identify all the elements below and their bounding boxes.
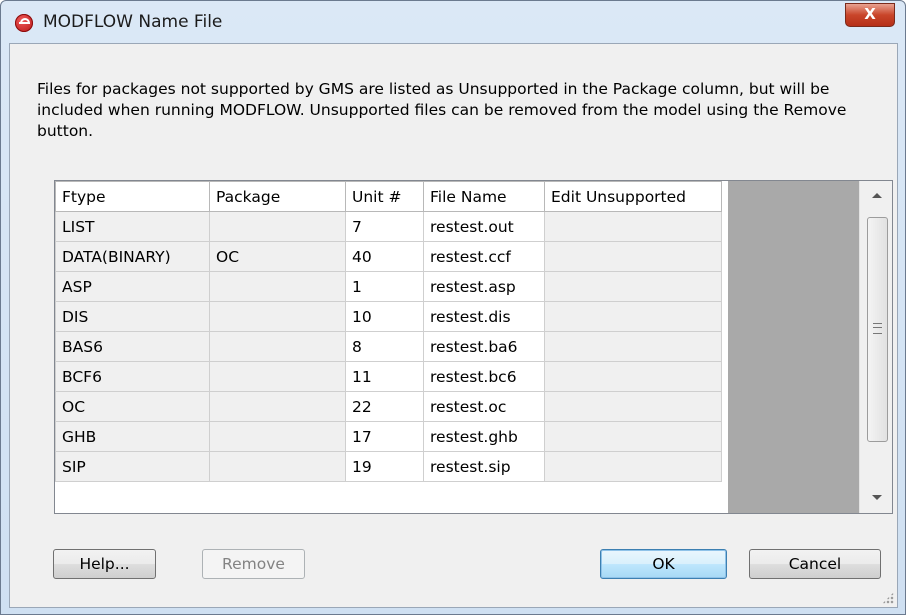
scrollbar-thumb[interactable] xyxy=(867,217,888,442)
cell-unit[interactable]: 7 xyxy=(345,211,424,242)
cell-ftype: BCF6 xyxy=(55,361,210,392)
cell-unit[interactable]: 19 xyxy=(345,451,424,482)
cell-ftype: DATA(BINARY) xyxy=(55,241,210,272)
table-row[interactable]: DATA(BINARY) OC 40 restest.ccf xyxy=(55,241,722,272)
cell-ftype: GHB xyxy=(55,421,210,452)
cell-edit-unsupported xyxy=(544,271,722,302)
grid-empty-area xyxy=(728,181,859,513)
cell-package xyxy=(209,211,346,242)
cell-ftype: LIST xyxy=(55,211,210,242)
cell-package xyxy=(209,361,346,392)
resize-grip-icon[interactable] xyxy=(882,592,894,604)
table-header-row: Ftype Package Unit # File Name Edit Unsu… xyxy=(55,181,722,212)
table-row[interactable]: GHB 17 restest.ghb xyxy=(55,421,722,452)
cell-ftype: DIS xyxy=(55,301,210,332)
name-file-grid[interactable]: Ftype Package Unit # File Name Edit Unsu… xyxy=(54,180,893,514)
cell-package: OC xyxy=(209,241,346,272)
cell-ftype: SIP xyxy=(55,451,210,482)
cell-file-name[interactable]: restest.bc6 xyxy=(423,361,545,392)
name-file-table: Ftype Package Unit # File Name Edit Unsu… xyxy=(55,181,722,482)
column-header-file-name[interactable]: File Name xyxy=(423,181,545,212)
cell-package xyxy=(209,451,346,482)
title-bar[interactable]: MODFLOW Name File X xyxy=(1,1,905,41)
cell-file-name[interactable]: restest.ccf xyxy=(423,241,545,272)
cancel-button[interactable]: Cancel xyxy=(749,549,881,579)
cell-file-name[interactable]: restest.out xyxy=(423,211,545,242)
cell-file-name[interactable]: restest.oc xyxy=(423,391,545,422)
cell-unit[interactable]: 22 xyxy=(345,391,424,422)
cell-package xyxy=(209,421,346,452)
modflow-name-file-dialog: MODFLOW Name File X Files for packages n… xyxy=(0,0,906,615)
cell-edit-unsupported xyxy=(544,301,722,332)
cell-package xyxy=(209,301,346,332)
ok-button[interactable]: OK xyxy=(600,549,727,579)
cell-edit-unsupported xyxy=(544,241,722,272)
cell-file-name[interactable]: restest.sip xyxy=(423,451,545,482)
cell-package xyxy=(209,271,346,302)
cell-edit-unsupported xyxy=(544,391,722,422)
vertical-scrollbar[interactable] xyxy=(859,181,892,513)
table-row[interactable]: LIST 7 restest.out xyxy=(55,211,722,242)
cell-file-name[interactable]: restest.ba6 xyxy=(423,331,545,362)
cell-edit-unsupported xyxy=(544,451,722,482)
grip-icon xyxy=(873,323,882,334)
table-row[interactable]: SIP 19 restest.sip xyxy=(55,451,722,482)
cell-file-name[interactable]: restest.asp xyxy=(423,271,545,302)
window-title: MODFLOW Name File xyxy=(43,12,223,32)
dialog-body: Files for packages not supported by GMS … xyxy=(9,43,898,608)
cell-unit[interactable]: 8 xyxy=(345,331,424,362)
chevron-down-icon[interactable] xyxy=(860,483,892,513)
cell-edit-unsupported xyxy=(544,211,722,242)
column-header-package[interactable]: Package xyxy=(209,181,346,212)
cell-ftype: BAS6 xyxy=(55,331,210,362)
gms-app-icon xyxy=(15,14,33,32)
column-header-ftype[interactable]: Ftype xyxy=(55,181,210,212)
description-text: Files for packages not supported by GMS … xyxy=(37,80,847,140)
cell-unit[interactable]: 17 xyxy=(345,421,424,452)
column-header-unit[interactable]: Unit # xyxy=(345,181,424,212)
cell-edit-unsupported xyxy=(544,421,722,452)
cell-package xyxy=(209,331,346,362)
table-row[interactable]: DIS 10 restest.dis xyxy=(55,301,722,332)
table-row[interactable]: BAS6 8 restest.ba6 xyxy=(55,331,722,362)
cell-edit-unsupported xyxy=(544,331,722,362)
cell-ftype: OC xyxy=(55,391,210,422)
table-row[interactable]: BCF6 11 restest.bc6 xyxy=(55,361,722,392)
cell-unit[interactable]: 40 xyxy=(345,241,424,272)
column-header-edit-unsupported[interactable]: Edit Unsupported xyxy=(544,181,722,212)
cell-ftype: ASP xyxy=(55,271,210,302)
remove-button[interactable]: Remove xyxy=(202,549,305,579)
close-icon: X xyxy=(864,5,876,23)
cell-unit[interactable]: 11 xyxy=(345,361,424,392)
cell-unit[interactable]: 1 xyxy=(345,271,424,302)
cell-edit-unsupported xyxy=(544,361,722,392)
table-row[interactable]: ASP 1 restest.asp xyxy=(55,271,722,302)
cell-package xyxy=(209,391,346,422)
cell-unit[interactable]: 10 xyxy=(345,301,424,332)
help-button[interactable]: Help... xyxy=(53,549,156,579)
chevron-up-icon[interactable] xyxy=(860,181,892,211)
cell-file-name[interactable]: restest.ghb xyxy=(423,421,545,452)
table-row[interactable]: OC 22 restest.oc xyxy=(55,391,722,422)
cell-file-name[interactable]: restest.dis xyxy=(423,301,545,332)
close-button[interactable]: X xyxy=(845,3,895,27)
